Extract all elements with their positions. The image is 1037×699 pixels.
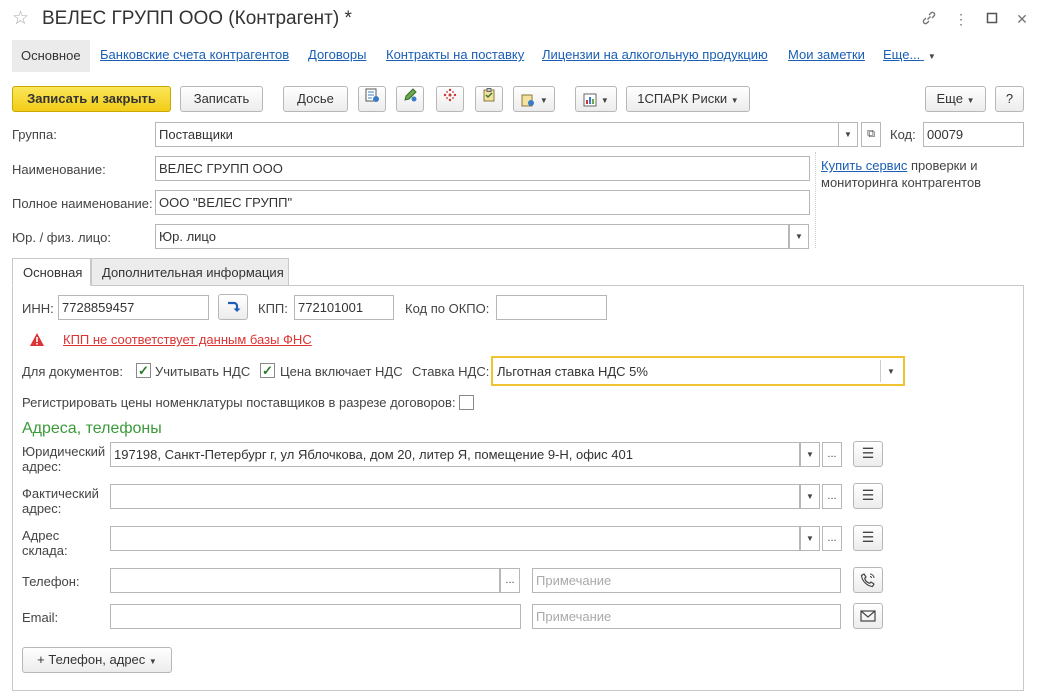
warehouse-address-dropdown-button[interactable]: ▼ (800, 526, 820, 551)
name-label: Наименование: (12, 162, 106, 177)
docs-label: Для документов: (22, 364, 123, 379)
email-note-field[interactable]: Примечание (532, 604, 841, 629)
actual-address-select-button[interactable]: ... (822, 484, 842, 509)
reports-button[interactable]: ▼ (575, 86, 617, 112)
inn-field[interactable]: 7728859457 (58, 295, 209, 320)
legal-address-dropdown-button[interactable]: ▼ (800, 442, 820, 467)
clipboard-icon[interactable] (475, 86, 503, 112)
register-prices-checkbox[interactable] (459, 395, 474, 410)
save-button[interactable]: Записать (180, 86, 263, 112)
more-menu-icon[interactable]: ⋮ (952, 10, 970, 28)
nav-tab-main[interactable]: Основное (12, 40, 90, 72)
structure-icon[interactable] (436, 86, 464, 112)
actual-address-field[interactable] (110, 484, 800, 509)
nav-tab-contracts[interactable]: Договоры (308, 47, 366, 62)
vat-rate-dropdown-button[interactable]: ▼ (887, 367, 895, 376)
entity-type-dropdown-button[interactable]: ▼ (789, 224, 809, 249)
code-label: Код: (890, 127, 916, 142)
create-based-on-button[interactable]: ▼ (513, 86, 555, 112)
more-actions-button[interactable]: Еще ▼ (925, 86, 986, 112)
vat-rate-field[interactable]: Льготная ставка НДС 5% (491, 356, 905, 386)
inn-label: ИНН: (22, 301, 54, 316)
email-field[interactable] (110, 604, 521, 629)
service-promo: Купить сервис проверки и (821, 158, 978, 173)
group-field[interactable]: Поставщики (155, 122, 839, 147)
okpo-field[interactable] (496, 295, 607, 320)
email-envelope-icon[interactable] (853, 603, 883, 629)
nav-tab-my-notes[interactable]: Мои заметки (788, 47, 865, 62)
email-label: Email: (22, 610, 59, 625)
kpp-field[interactable]: 772101001 (294, 295, 394, 320)
phone-field[interactable] (110, 568, 500, 593)
actual-address-details-button[interactable]: ☰ (853, 483, 883, 509)
close-icon[interactable]: ✕ (1013, 10, 1031, 28)
actual-address-dropdown-button[interactable]: ▼ (800, 484, 820, 509)
window-title: ВЕЛЕС ГРУПП ООО (Контрагент) * (42, 8, 352, 29)
group-open-button[interactable]: ⧉ (861, 122, 881, 147)
nav-tab-supply-contracts[interactable]: Контракты на поставку (386, 47, 524, 62)
warehouse-address-details-button[interactable]: ☰ (853, 525, 883, 551)
separator (815, 152, 816, 248)
phone-note-field[interactable]: Примечание (532, 568, 841, 593)
buy-service-link[interactable]: Купить сервис (821, 158, 907, 173)
warehouse-address-select-button[interactable]: ... (822, 526, 842, 551)
phone-call-icon[interactable] (853, 567, 883, 593)
addresses-section-title: Адреса, телефоны (22, 420, 162, 437)
warehouse-address-field[interactable] (110, 526, 800, 551)
phone-select-button[interactable]: ... (500, 568, 520, 593)
warning-icon (29, 332, 45, 350)
legal-address-field[interactable]: 197198, Санкт-Петербург г, ул Яблочкова,… (110, 442, 800, 467)
help-button[interactable]: ? (995, 86, 1024, 112)
vat-rate-divider (880, 360, 881, 382)
full-name-label: Полное наименование: (12, 196, 153, 211)
nav-tab-more[interactable]: Еще... ▼ (883, 47, 936, 62)
name-field[interactable]: ВЕЛЕС ГРУПП ООО (155, 156, 810, 181)
okpo-label: Код по ОКПО: (405, 301, 490, 316)
legal-address-details-button[interactable]: ☰ (853, 441, 883, 467)
vat-account-label: Учитывать НДС (155, 364, 251, 379)
legal-address-label: Юридический адрес: (22, 444, 106, 474)
spark-risks-button[interactable]: 1СПАРК Риски ▼ (626, 86, 750, 112)
tab-additional-info[interactable]: Дополнительная информация (91, 258, 289, 286)
save-and-close-button[interactable]: Записать и закрыть (12, 86, 171, 112)
price-incl-vat-label: Цена включает НДС (280, 364, 403, 379)
edit-pencil-icon[interactable] (396, 86, 424, 112)
print-doc-icon[interactable] (358, 86, 386, 112)
tab-main[interactable]: Основная (12, 258, 91, 286)
kpp-label: КПП: (258, 301, 288, 316)
group-label: Группа: (12, 127, 57, 142)
group-dropdown-button[interactable]: ▼ (838, 122, 858, 147)
legal-address-select-button[interactable]: ... (822, 442, 842, 467)
price-incl-vat-checkbox[interactable]: ✓ (260, 363, 275, 378)
vat-rate-label: Ставка НДС: (412, 364, 490, 379)
code-field[interactable]: 00079 (923, 122, 1024, 147)
warehouse-address-label: Адрес склада: (22, 528, 68, 558)
nav-tab-alcohol-licenses[interactable]: Лицензии на алкогольную продукцию (542, 47, 768, 62)
kpp-warning-link[interactable]: КПП не соответствует данным базы ФНС (63, 332, 312, 347)
service-promo-line2: мониторинга контрагентов (821, 175, 982, 190)
entity-type-label: Юр. / физ. лицо: (12, 230, 111, 245)
phone-label: Телефон: (22, 574, 80, 589)
register-prices-label: Регистрировать цены номенклатуры поставщ… (22, 395, 456, 410)
add-contact-button[interactable]: + Телефон, адрес ▼ (22, 647, 172, 673)
favorite-star-icon[interactable]: ☆ (12, 9, 29, 28)
maximize-icon[interactable] (983, 10, 1001, 28)
nav-tab-bank-accounts[interactable]: Банковские счета контрагентов (100, 47, 289, 62)
link-icon[interactable] (920, 10, 938, 28)
fill-by-inn-button[interactable] (218, 294, 248, 320)
actual-address-label: Фактический адрес: (22, 486, 99, 516)
full-name-field[interactable]: ООО "ВЕЛЕС ГРУПП" (155, 190, 810, 215)
entity-type-field[interactable]: Юр. лицо (155, 224, 789, 249)
vat-account-checkbox[interactable]: ✓ (136, 363, 151, 378)
dossier-button[interactable]: Досье (283, 86, 348, 112)
